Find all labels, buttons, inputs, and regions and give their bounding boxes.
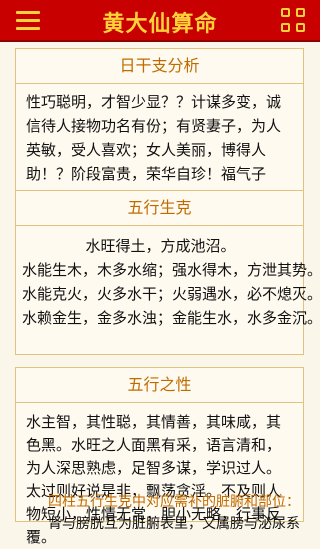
page-title: 黄大仙算命	[102, 12, 218, 37]
section-title-rigan: 日干支分析	[16, 49, 303, 84]
section-title-wuxing-shengke: 五行生克	[16, 191, 303, 226]
section-title-wuxing-zhixing: 五行之性	[16, 368, 303, 403]
grid-apps-icon[interactable]	[281, 8, 307, 34]
shengke-line-2: 水能生木，木多水缩；强水得木，方泄其势。	[22, 261, 320, 279]
shengke-line-1: 水旺得土，方成池沼。	[85, 237, 236, 255]
app-header: 黄大仙算命	[0, 0, 320, 42]
organ-section: 四柱五行生克中对应需补的脏腑和部位： 肾与膀胱互为脏腑表里，又属膀与泌尿系	[38, 491, 310, 535]
wuxing-shengke-card: 五行生克 水旺得土，方成池沼。 水能生木，木多水缩；强水得木，方泄其势。 水能克…	[15, 190, 320, 355]
scroll-content[interactable]: 日干支分析 性巧聪明，才智少显？？计谋多变，诚信待人接物功名有份；有贤妻子，为人…	[0, 42, 320, 546]
shengke-line-4: 水赖金生，金多水浊；金能生水，水多金沉。	[22, 309, 320, 327]
organ-section-text: 肾与膀胱互为脏腑表里，又属膀与泌尿系	[48, 516, 300, 532]
organ-section-title: 四柱五行生克中对应需补的脏腑和部位：	[48, 494, 300, 510]
shengke-line-3: 水能克火，火多水干；火弱遇水，必不熄灭。	[22, 285, 320, 303]
rigan-analysis-card: 日干支分析 性巧聪明，才智少显？？计谋多变，诚信待人接物功名有份；有贤妻子，为人…	[15, 48, 304, 207]
